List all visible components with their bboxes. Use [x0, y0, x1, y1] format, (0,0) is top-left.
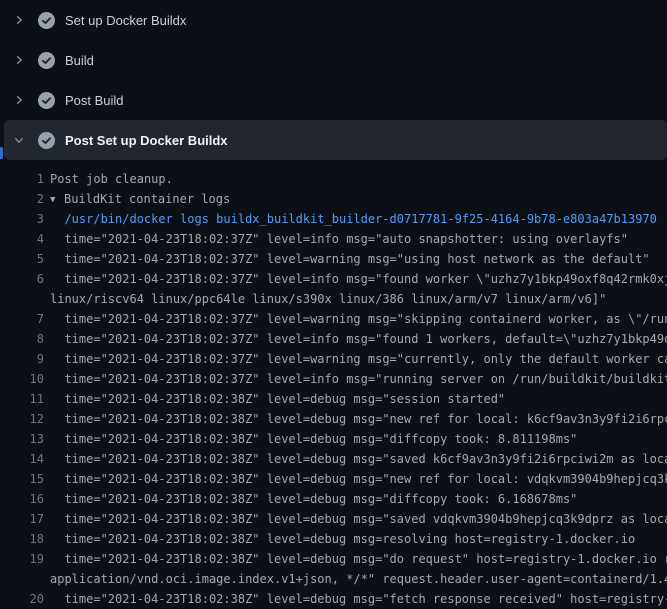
log-line: 7 time="2021-04-23T18:02:37Z" level=warn… — [0, 309, 667, 329]
group-expanded-triangle-icon: ▼ — [50, 190, 64, 209]
log-line-text: time="2021-04-23T18:02:38Z" level=debug … — [44, 389, 505, 409]
line-number[interactable]: 8 — [0, 329, 44, 349]
log-line: 9 time="2021-04-23T18:02:37Z" level=warn… — [0, 349, 667, 369]
log-line: 3 /usr/bin/docker logs buildx_buildkit_b… — [0, 209, 667, 229]
line-number[interactable]: 1 — [0, 169, 44, 189]
line-number[interactable]: 10 — [0, 369, 44, 389]
line-number[interactable]: 2 — [0, 189, 44, 209]
step-section-set-up-docker-buildx[interactable]: Set up Docker Buildx — [0, 0, 667, 40]
check-circle-icon — [38, 132, 55, 149]
step-section-label: Build — [65, 53, 94, 68]
line-number — [0, 289, 44, 309]
focus-indicator-fragment — [0, 147, 3, 159]
log-group-title: BuildKit container logs — [64, 192, 230, 206]
log-line-text: time="2021-04-23T18:02:38Z" level=debug … — [44, 509, 667, 529]
chevron-right-icon — [12, 93, 26, 107]
step-section-post-set-up-docker-buildx[interactable]: Post Set up Docker Buildx — [4, 120, 667, 160]
log-line: 1Post job cleanup. — [0, 169, 667, 189]
log-line-text: application/vnd.oci.image.index.v1+json,… — [44, 569, 667, 589]
log-line: 14 time="2021-04-23T18:02:38Z" level=deb… — [0, 449, 667, 469]
log-line: 18 time="2021-04-23T18:02:38Z" level=deb… — [0, 529, 667, 549]
line-number[interactable]: 7 — [0, 309, 44, 329]
log-line-text: time="2021-04-23T18:02:38Z" level=debug … — [44, 429, 577, 449]
log-line: 6 time="2021-04-23T18:02:37Z" level=info… — [0, 269, 667, 289]
log-line: 16 time="2021-04-23T18:02:38Z" level=deb… — [0, 489, 667, 509]
log-line: 2▼BuildKit container logs — [0, 189, 667, 209]
log-command-text: /usr/bin/docker logs buildx_buildkit_bui… — [44, 209, 657, 229]
chevron-down-icon — [12, 133, 26, 147]
log-line-wrap-continuation: application/vnd.oci.image.index.v1+json,… — [0, 569, 667, 589]
log-line-text: time="2021-04-23T18:02:38Z" level=debug … — [44, 589, 667, 609]
log-line: 11 time="2021-04-23T18:02:38Z" level=deb… — [0, 389, 667, 409]
log-line: 5 time="2021-04-23T18:02:37Z" level=warn… — [0, 249, 667, 269]
log-line-text: linux/riscv64 linux/ppc64le linux/s390x … — [44, 289, 606, 309]
chevron-right-icon — [12, 13, 26, 27]
log-line: 15 time="2021-04-23T18:02:38Z" level=deb… — [0, 469, 667, 489]
line-number[interactable]: 17 — [0, 509, 44, 529]
line-number[interactable]: 20 — [0, 589, 44, 609]
log-line: 17 time="2021-04-23T18:02:38Z" level=deb… — [0, 509, 667, 529]
log-output: 1Post job cleanup.2▼BuildKit container l… — [0, 160, 667, 609]
log-line-text: time="2021-04-23T18:02:37Z" level=warnin… — [44, 349, 667, 369]
log-line: 8 time="2021-04-23T18:02:37Z" level=info… — [0, 329, 667, 349]
step-section-label: Post Set up Docker Buildx — [65, 133, 228, 148]
line-number[interactable]: 15 — [0, 469, 44, 489]
actions-log-viewer: { "sections": [ {"label": "Set up Docker… — [0, 0, 667, 600]
log-line-text: time="2021-04-23T18:02:37Z" level=warnin… — [44, 249, 650, 269]
log-line-text: time="2021-04-23T18:02:37Z" level=info m… — [44, 369, 667, 389]
line-number[interactable]: 19 — [0, 549, 44, 569]
log-line: 20 time="2021-04-23T18:02:38Z" level=deb… — [0, 589, 667, 609]
line-number[interactable]: 14 — [0, 449, 44, 469]
log-line-wrap-continuation: linux/riscv64 linux/ppc64le linux/s390x … — [0, 289, 667, 309]
line-number[interactable]: 9 — [0, 349, 44, 369]
log-line-text: time="2021-04-23T18:02:37Z" level=info m… — [44, 229, 628, 249]
line-number[interactable]: 4 — [0, 229, 44, 249]
log-line-text: time="2021-04-23T18:02:38Z" level=debug … — [44, 469, 667, 489]
log-line-text: time="2021-04-23T18:02:37Z" level=warnin… — [44, 309, 667, 329]
log-line: 4 time="2021-04-23T18:02:37Z" level=info… — [0, 229, 667, 249]
check-circle-icon — [38, 92, 55, 109]
line-number[interactable]: 5 — [0, 249, 44, 269]
line-number[interactable]: 12 — [0, 409, 44, 429]
chevron-right-icon — [12, 53, 26, 67]
log-line-text: time="2021-04-23T18:02:38Z" level=debug … — [44, 489, 577, 509]
log-line-text: time="2021-04-23T18:02:38Z" level=debug … — [44, 529, 635, 549]
line-number[interactable]: 16 — [0, 489, 44, 509]
log-line-text: Post job cleanup. — [44, 169, 173, 189]
line-number[interactable]: 11 — [0, 389, 44, 409]
line-number — [0, 569, 44, 589]
check-circle-icon — [38, 52, 55, 69]
job-steps-list: Set up Docker Buildx Build Post Build Post … — [0, 0, 667, 160]
line-number[interactable]: 13 — [0, 429, 44, 449]
line-number[interactable]: 6 — [0, 269, 44, 289]
log-line-text: time="2021-04-23T18:02:37Z" level=info m… — [44, 329, 667, 349]
step-section-label: Set up Docker Buildx — [65, 13, 186, 28]
log-line: 12 time="2021-04-23T18:02:38Z" level=deb… — [0, 409, 667, 429]
check-circle-icon — [38, 12, 55, 29]
log-group-toggle[interactable]: ▼BuildKit container logs — [44, 189, 230, 209]
log-line-text: time="2021-04-23T18:02:38Z" level=debug … — [44, 449, 667, 469]
step-section-post-build[interactable]: Post Build — [0, 80, 667, 120]
log-line-text: time="2021-04-23T18:02:38Z" level=debug … — [44, 409, 667, 429]
log-line: 13 time="2021-04-23T18:02:38Z" level=deb… — [0, 429, 667, 449]
line-number[interactable]: 3 — [0, 209, 44, 229]
log-line: 19 time="2021-04-23T18:02:38Z" level=deb… — [0, 549, 667, 569]
line-number[interactable]: 18 — [0, 529, 44, 549]
log-line-text: time="2021-04-23T18:02:37Z" level=info m… — [44, 269, 667, 289]
log-line-text: time="2021-04-23T18:02:38Z" level=debug … — [44, 549, 667, 569]
log-line: 10 time="2021-04-23T18:02:37Z" level=inf… — [0, 369, 667, 389]
step-section-label: Post Build — [65, 93, 124, 108]
step-section-build[interactable]: Build — [0, 40, 667, 80]
